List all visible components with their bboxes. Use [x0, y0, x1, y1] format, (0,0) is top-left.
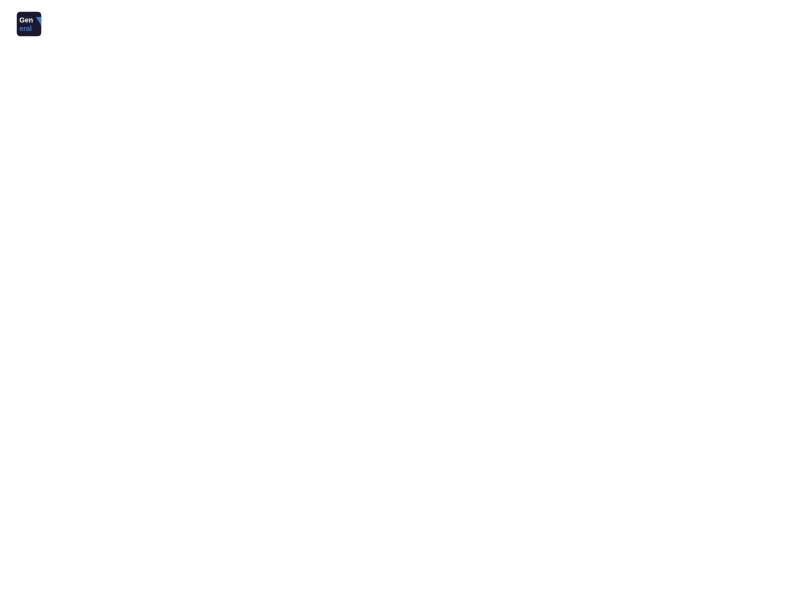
svg-text:eral: eral: [19, 26, 32, 33]
logo: Gen eral: [15, 10, 47, 38]
header: Gen eral: [15, 10, 777, 38]
svg-text:Gen: Gen: [19, 17, 33, 24]
logo-icon: Gen eral: [15, 10, 43, 38]
